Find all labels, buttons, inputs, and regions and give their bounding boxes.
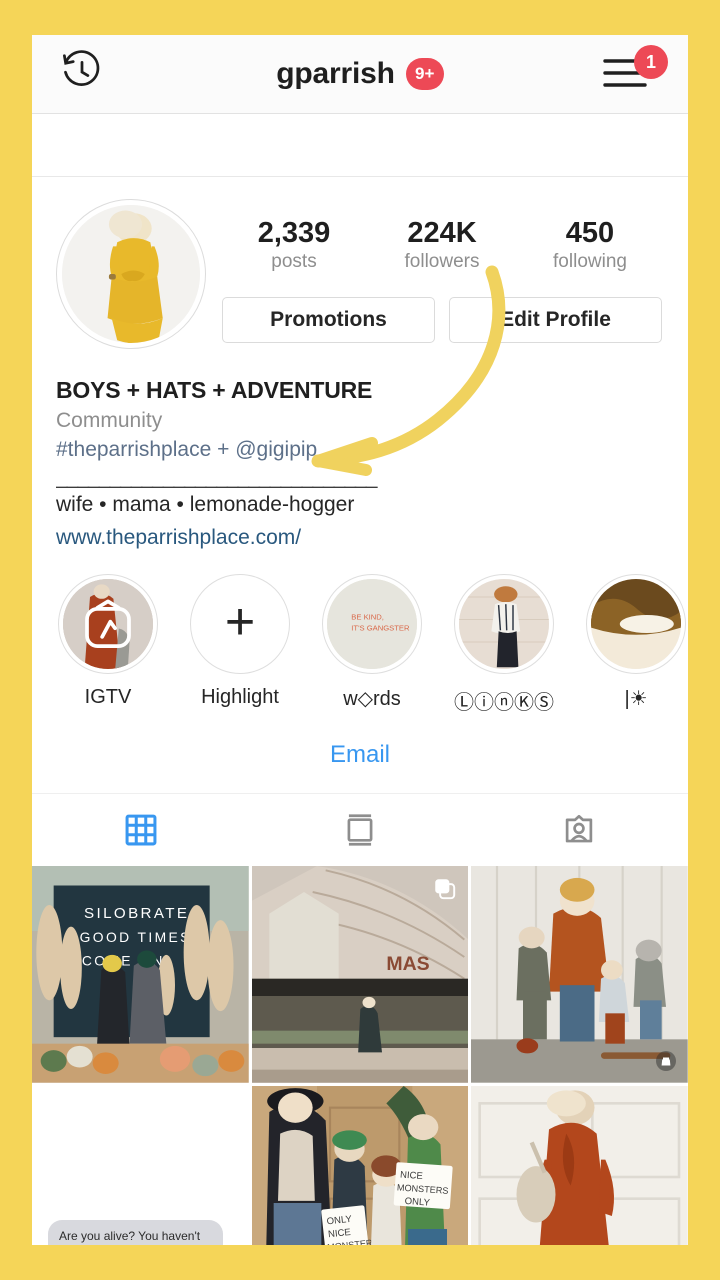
post-family-skateboard[interactable] xyxy=(471,866,688,1083)
highlight-words[interactable]: BE KIND, IT'S GANGSTER w◇rds xyxy=(322,574,422,715)
highlight-sun[interactable]: |☀ xyxy=(586,574,686,715)
bio-divider: ______________________________ xyxy=(56,466,377,489)
meme-message-bubble: Are you alive? You haven't tagged me in … xyxy=(48,1219,223,1245)
tab-list[interactable] xyxy=(251,794,470,866)
post-rust-dress[interactable] xyxy=(471,1085,688,1245)
avatar[interactable] xyxy=(56,199,206,349)
page-title: gparrish xyxy=(276,57,395,90)
svg-text:SILOBRATE: SILOBRATE xyxy=(84,905,189,922)
post-grid: SILOBRATE GOOD TIMES, COME ON MAS Are yo… xyxy=(32,866,688,1245)
stats-row: 2,339 posts 224K followers 450 following xyxy=(220,199,664,273)
bio-category: Community xyxy=(56,409,163,432)
stat-posts-value: 2,339 xyxy=(257,217,331,249)
highlight-links-label: ⓁⓘⓝⓀⓈ xyxy=(454,692,554,714)
hamburger-menu-icon[interactable]: 1 xyxy=(602,45,668,100)
bio-website-link[interactable]: www.theparrishplace.com/ xyxy=(56,526,664,550)
profile-tab-bar xyxy=(32,794,688,866)
highlight-sun-label: |☀ xyxy=(624,688,648,710)
svg-text:NICE: NICE xyxy=(399,1169,422,1182)
stat-following-value: 450 xyxy=(565,217,615,249)
stat-followers-value: 224K xyxy=(407,217,477,249)
carousel-icon xyxy=(435,879,456,900)
title-notification-badge[interactable]: 9+ xyxy=(405,58,444,90)
highlight-cover-text-1: BE KIND, xyxy=(351,613,384,622)
igtv-icon xyxy=(85,599,131,649)
highlight-cover-text-2: IT'S GANGSTER xyxy=(351,623,410,632)
stat-followers-label: followers xyxy=(404,251,480,273)
list-view-icon xyxy=(347,814,373,846)
highlight-links[interactable]: ⓁⓘⓝⓀⓈ xyxy=(454,574,554,715)
shopping-tag-icon xyxy=(656,1050,676,1071)
svg-text:MAS: MAS xyxy=(386,953,429,975)
highlight-words-label: w◇rds xyxy=(343,688,401,710)
highlight-new[interactable]: + Highlight xyxy=(190,574,290,715)
stat-following[interactable]: 450 following xyxy=(516,217,664,273)
app-header: gparrish 9+ 1 xyxy=(32,35,688,114)
email-button[interactable]: Email xyxy=(330,741,390,768)
bio-links-line[interactable]: #theparrishplace + @gigipip xyxy=(56,438,664,462)
post-monster-signs[interactable]: ONLY NICE MONSTER NICE MONSTERS ONLY xyxy=(251,1085,469,1245)
edit-profile-button[interactable]: Edit Profile xyxy=(449,297,662,344)
instagram-profile-screen: gparrish 9+ 1 2,339 posts 224K followers… xyxy=(32,35,688,1245)
svg-text:NICE: NICE xyxy=(327,1227,351,1240)
grid-icon xyxy=(125,814,157,846)
tab-grid[interactable] xyxy=(32,794,251,866)
stat-followers[interactable]: 224K followers xyxy=(368,217,516,273)
svg-text:GOOD TIMES,: GOOD TIMES, xyxy=(80,929,198,945)
email-row: Email xyxy=(32,715,688,794)
menu-notification-badge[interactable]: 1 xyxy=(634,45,668,79)
highlight-igtv[interactable]: IGTV xyxy=(58,574,158,715)
history-clock-icon[interactable] xyxy=(60,50,104,99)
bio-display-name: BOYS + HATS + ADVENTURE xyxy=(56,377,373,403)
stat-posts-label: posts xyxy=(271,251,317,273)
profile-title-group: gparrish 9+ xyxy=(276,57,444,91)
profile-actions: Promotions Edit Profile xyxy=(220,297,664,344)
plus-icon: + xyxy=(224,593,256,651)
profile-summary: 2,339 posts 224K followers 450 following… xyxy=(32,177,688,349)
promotions-button[interactable]: Promotions xyxy=(222,297,435,344)
bio-tagline: wife • mama • lemonade-hogger xyxy=(56,493,355,516)
tab-tagged[interactable] xyxy=(469,794,688,866)
stat-following-label: following xyxy=(553,251,627,273)
blank-strip xyxy=(32,114,688,177)
highlight-new-label: Highlight xyxy=(201,686,279,708)
svg-text:ONLY: ONLY xyxy=(404,1196,431,1209)
bio-section: BOYS + HATS + ADVENTURE Community #thepa… xyxy=(32,349,688,550)
highlight-igtv-label: IGTV xyxy=(84,686,132,708)
post-silobrate[interactable]: SILOBRATE GOOD TIMES, COME ON xyxy=(32,866,249,1083)
tagged-person-icon xyxy=(565,814,592,843)
stat-posts[interactable]: 2,339 posts xyxy=(220,217,368,273)
story-highlights-row[interactable]: IGTV + Highlight BE KIND, IT'S GANGSTER … xyxy=(32,550,688,715)
post-magnolia-silo[interactable]: MAS xyxy=(251,866,469,1083)
post-meme-text[interactable]: Are you alive? You haven't tagged me in … xyxy=(32,1085,249,1245)
